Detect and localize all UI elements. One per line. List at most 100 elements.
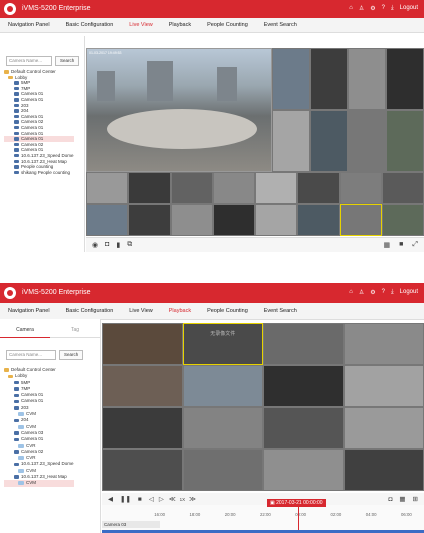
camera-search-input[interactable]: Camera Name... bbox=[6, 350, 56, 360]
stop-icon[interactable]: ■ bbox=[138, 496, 142, 503]
camera-tile[interactable] bbox=[348, 48, 386, 110]
layout-icon[interactable]: ▦ bbox=[384, 241, 391, 249]
camera-tile[interactable] bbox=[255, 204, 298, 236]
camera-tile[interactable] bbox=[348, 110, 386, 172]
settings-icon[interactable]: ⚙ bbox=[370, 289, 375, 296]
camera-tile[interactable] bbox=[272, 48, 310, 110]
frame-back-icon[interactable]: ◁ bbox=[149, 495, 154, 503]
playback-tile[interactable] bbox=[343, 365, 424, 407]
camera-tile[interactable] bbox=[310, 110, 348, 172]
playback-tile[interactable] bbox=[102, 407, 183, 449]
main-camera-tile[interactable]: 01-03-2017 19:49:53 bbox=[86, 48, 272, 172]
search-button[interactable]: Search bbox=[59, 350, 84, 360]
tree-item[interactable]: CVM bbox=[4, 480, 74, 487]
camera-tile[interactable] bbox=[339, 172, 382, 204]
logout-link[interactable]: Logout bbox=[400, 5, 418, 12]
menu-live-view[interactable]: Live View bbox=[129, 22, 152, 28]
playback-tile[interactable] bbox=[102, 365, 183, 407]
menu-playback[interactable]: Playback bbox=[169, 308, 191, 314]
camera-tile[interactable] bbox=[297, 204, 340, 236]
search-button[interactable]: Search bbox=[55, 56, 80, 66]
playback-tile[interactable] bbox=[182, 449, 263, 491]
playback-tile[interactable] bbox=[182, 365, 263, 407]
home-icon[interactable]: ⌂ bbox=[349, 5, 353, 12]
menu-basic-configuration[interactable]: Basic Configuration bbox=[66, 22, 114, 28]
camera-tile[interactable] bbox=[212, 172, 255, 204]
timeline-tick: 22:00 bbox=[259, 512, 271, 517]
settings-icon[interactable]: ⚙ bbox=[370, 5, 375, 12]
camera-tile[interactable] bbox=[212, 204, 255, 236]
download-icon[interactable]: ⤓ bbox=[391, 5, 394, 12]
camera-tile[interactable] bbox=[86, 204, 129, 236]
capture-icon[interactable]: ◘ bbox=[388, 496, 392, 503]
user-icon[interactable]: ♙ bbox=[359, 289, 364, 296]
camera-tile[interactable] bbox=[339, 204, 382, 236]
fullscreen-icon[interactable]: ⤢ bbox=[412, 241, 418, 249]
tab-camera[interactable]: Camera bbox=[0, 323, 50, 338]
tree-item-label: shikang People counting bbox=[21, 169, 71, 175]
capture-icon[interactable]: ◉ bbox=[92, 241, 98, 249]
fast-icon[interactable]: ≫ bbox=[189, 495, 196, 503]
playback-tile[interactable] bbox=[343, 407, 424, 449]
layout-icon[interactable]: ▦ bbox=[399, 495, 405, 503]
camera-tile[interactable] bbox=[381, 172, 424, 204]
timeline-tick: 06:00 bbox=[400, 512, 412, 517]
playback-tile[interactable] bbox=[263, 407, 344, 449]
camera-tile[interactable] bbox=[128, 204, 171, 236]
playback-tile[interactable] bbox=[102, 449, 183, 491]
menu-basic-configuration[interactable]: Basic Configuration bbox=[66, 308, 114, 314]
user-icon[interactable]: ♙ bbox=[359, 5, 364, 12]
menu-live-view[interactable]: Live View bbox=[129, 308, 152, 314]
frame-forward-icon[interactable]: ▷ bbox=[159, 495, 164, 503]
playback-tile[interactable] bbox=[343, 449, 424, 491]
playback-tile[interactable] bbox=[102, 323, 183, 365]
camera-tile[interactable] bbox=[386, 110, 424, 172]
menu-navigation-panel[interactable]: Navigation Panel bbox=[8, 22, 50, 28]
playback-tile[interactable] bbox=[263, 365, 344, 407]
window-icon[interactable]: ⧉ bbox=[127, 241, 132, 249]
camera-tile[interactable] bbox=[310, 48, 348, 110]
timeline-ticks: 16:00 18:00 20:00 22:00 00:00 02:00 04:00 06:00 bbox=[102, 512, 424, 517]
camera-tile[interactable] bbox=[86, 172, 129, 204]
stop-all-icon[interactable]: ■ bbox=[399, 241, 403, 249]
camera-snapshot-icon[interactable]: ◘ bbox=[105, 241, 109, 249]
menu-navigation-panel[interactable]: Navigation Panel bbox=[8, 308, 50, 314]
logout-link[interactable]: Logout bbox=[400, 289, 418, 296]
camera-tile[interactable] bbox=[272, 110, 310, 172]
tree-item-label: CVM bbox=[26, 480, 36, 486]
fullscreen-icon[interactable]: ⊞ bbox=[413, 495, 418, 503]
tab-tag[interactable]: Tag bbox=[50, 323, 100, 338]
camera-tile[interactable] bbox=[170, 172, 213, 204]
camera-icon bbox=[14, 114, 19, 119]
camera-tile[interactable] bbox=[381, 204, 424, 236]
playback-tile[interactable] bbox=[343, 323, 424, 365]
camera-tile[interactable] bbox=[128, 172, 171, 204]
timeline[interactable]: ▣ 2017-03-21 00:00:00 16:00 18:00 20:00 22:… bbox=[102, 499, 424, 533]
menu-playback[interactable]: Playback bbox=[169, 22, 191, 28]
timeline-date[interactable]: ▣ 2017-03-21 00:00:00 bbox=[267, 499, 326, 507]
bookmark-icon[interactable]: ▮ bbox=[116, 241, 120, 249]
camera-tile[interactable] bbox=[386, 48, 424, 110]
help-icon[interactable]: ? bbox=[382, 289, 385, 296]
previous-icon[interactable]: ◀ bbox=[108, 495, 113, 503]
playback-tile[interactable] bbox=[263, 449, 344, 491]
camera-search-input[interactable]: Camera Name... bbox=[6, 56, 52, 66]
pause-icon[interactable]: ❚❚ bbox=[120, 495, 131, 503]
camera-icon bbox=[14, 109, 19, 113]
camera-icon bbox=[14, 399, 19, 404]
camera-tile[interactable] bbox=[297, 172, 340, 204]
playback-tile[interactable]: 无录像文件 bbox=[182, 323, 263, 365]
slow-icon[interactable]: ≪ bbox=[169, 495, 176, 503]
download-icon[interactable]: ⤓ bbox=[391, 289, 394, 296]
camera-tile[interactable] bbox=[255, 172, 298, 204]
menu-people-counting[interactable]: People Counting bbox=[207, 308, 248, 314]
playback-tile[interactable] bbox=[182, 407, 263, 449]
home-icon[interactable]: ⌂ bbox=[349, 289, 353, 296]
playback-tile[interactable] bbox=[263, 323, 344, 365]
tree-item[interactable]: shikang People counting bbox=[4, 170, 74, 176]
menu-event-search[interactable]: Event Search bbox=[264, 22, 297, 28]
menu-event-search[interactable]: Event Search bbox=[264, 308, 297, 314]
help-icon[interactable]: ? bbox=[382, 5, 385, 12]
menu-people-counting[interactable]: People Counting bbox=[207, 22, 248, 28]
camera-tile[interactable] bbox=[170, 204, 213, 236]
